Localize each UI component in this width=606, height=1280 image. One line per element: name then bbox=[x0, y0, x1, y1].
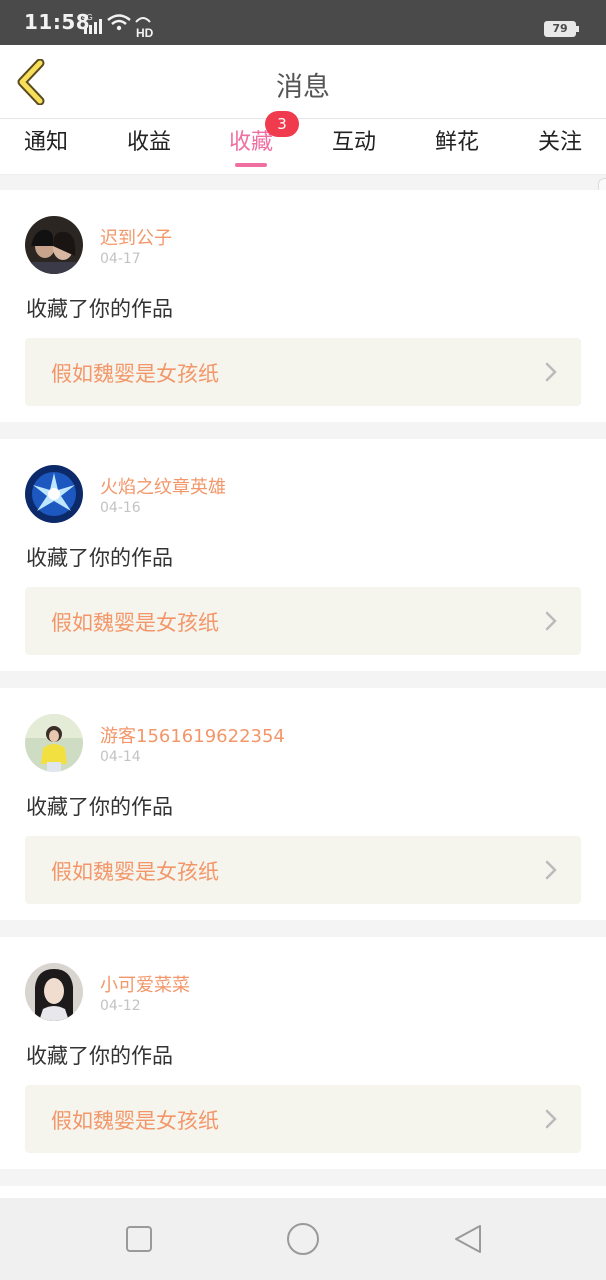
network-type-label: 4G bbox=[82, 13, 93, 22]
title-bar: 消息 bbox=[0, 45, 606, 119]
recents-button[interactable] bbox=[122, 1222, 156, 1256]
tab-earnings[interactable]: 收益 bbox=[99, 119, 199, 175]
user-photo-icon bbox=[25, 714, 83, 772]
unread-badge: 3 bbox=[265, 111, 299, 137]
system-nav-bar bbox=[0, 1198, 606, 1280]
message-text: 收藏了你的作品 bbox=[26, 795, 173, 819]
work-link[interactable]: 假如魏婴是女孩纸 bbox=[25, 338, 581, 406]
avatar[interactable] bbox=[25, 216, 83, 274]
message-text: 收藏了你的作品 bbox=[26, 297, 173, 321]
tab-follows[interactable]: 关注 bbox=[510, 119, 606, 175]
clock: 11:58 bbox=[24, 10, 91, 34]
avatar[interactable] bbox=[25, 465, 83, 523]
message-date: 04-12 bbox=[100, 998, 141, 1014]
tab-label: 互动 bbox=[331, 130, 376, 155]
home-button[interactable] bbox=[286, 1222, 320, 1256]
work-title: 假如魏婴是女孩纸 bbox=[51, 362, 219, 386]
tab-bar: 通知 收益 收藏 3 互动 鲜花 关注 bbox=[0, 111, 606, 175]
user-name[interactable]: 迟到公子 bbox=[100, 224, 172, 250]
avatar[interactable] bbox=[25, 714, 83, 772]
message-text: 收藏了你的作品 bbox=[26, 546, 173, 570]
chevron-right-icon bbox=[545, 362, 557, 382]
back-triangle-icon bbox=[455, 1225, 481, 1253]
tab-label: 通知 bbox=[23, 130, 68, 155]
list-item: 小可爱菜菜 04-12 收藏了你的作品 假如魏婴是女孩纸 bbox=[0, 937, 606, 1169]
tab-flowers[interactable]: 鲜花 bbox=[407, 119, 507, 175]
tab-notifications[interactable]: 通知 bbox=[0, 119, 96, 175]
status-bar: 11:58 4G HD 79 bbox=[0, 0, 606, 45]
home-circle-icon bbox=[287, 1223, 319, 1255]
work-title: 假如魏婴是女孩纸 bbox=[51, 1109, 219, 1133]
page-title: 消息 bbox=[276, 72, 330, 103]
chevron-right-icon bbox=[545, 860, 557, 880]
user-name[interactable]: 小可爱菜菜 bbox=[100, 971, 190, 997]
work-link[interactable]: 假如魏婴是女孩纸 bbox=[25, 587, 581, 655]
tab-interactions[interactable]: 互动 bbox=[304, 119, 404, 175]
work-title: 假如魏婴是女孩纸 bbox=[51, 860, 219, 884]
avatar[interactable] bbox=[25, 963, 83, 1021]
tab-label: 鲜花 bbox=[434, 130, 479, 155]
message-date: 04-16 bbox=[100, 500, 141, 516]
work-title: 假如魏婴是女孩纸 bbox=[51, 611, 219, 635]
list-item: 游客1561619622354 04-14 收藏了你的作品 假如魏婴是女孩纸 bbox=[0, 688, 606, 920]
user-photo-icon bbox=[25, 216, 83, 274]
user-name[interactable]: 火焰之纹章英雄 bbox=[100, 473, 226, 499]
user-photo-icon bbox=[25, 465, 83, 523]
tab-label: 收藏 bbox=[228, 130, 273, 155]
message-date: 04-17 bbox=[100, 251, 141, 267]
hd-label: HD bbox=[136, 26, 154, 38]
tab-favorites[interactable]: 收藏 3 bbox=[201, 111, 301, 175]
signal-wifi-icon: 4G HD bbox=[82, 13, 154, 38]
message-text: 收藏了你的作品 bbox=[26, 1044, 173, 1068]
tab-label: 关注 bbox=[537, 130, 582, 155]
list-item: 火焰之纹章英雄 04-16 收藏了你的作品 假如魏婴是女孩纸 bbox=[0, 439, 606, 671]
battery-icon: 79 bbox=[544, 21, 579, 37]
system-back-button[interactable] bbox=[452, 1222, 486, 1256]
recents-square-icon bbox=[126, 1226, 152, 1252]
active-tab-indicator bbox=[235, 163, 267, 167]
work-link[interactable]: 假如魏婴是女孩纸 bbox=[25, 836, 581, 904]
chevron-right-icon bbox=[545, 1109, 557, 1129]
message-date: 04-14 bbox=[100, 749, 141, 765]
work-link[interactable]: 假如魏婴是女孩纸 bbox=[25, 1085, 581, 1153]
chevron-right-icon bbox=[545, 611, 557, 631]
user-name[interactable]: 游客1561619622354 bbox=[100, 722, 285, 748]
tab-label: 收益 bbox=[126, 130, 171, 155]
user-photo-icon bbox=[25, 963, 83, 1021]
list-item: 迟到公子 04-17 收藏了你的作品 假如魏婴是女孩纸 bbox=[0, 190, 606, 422]
